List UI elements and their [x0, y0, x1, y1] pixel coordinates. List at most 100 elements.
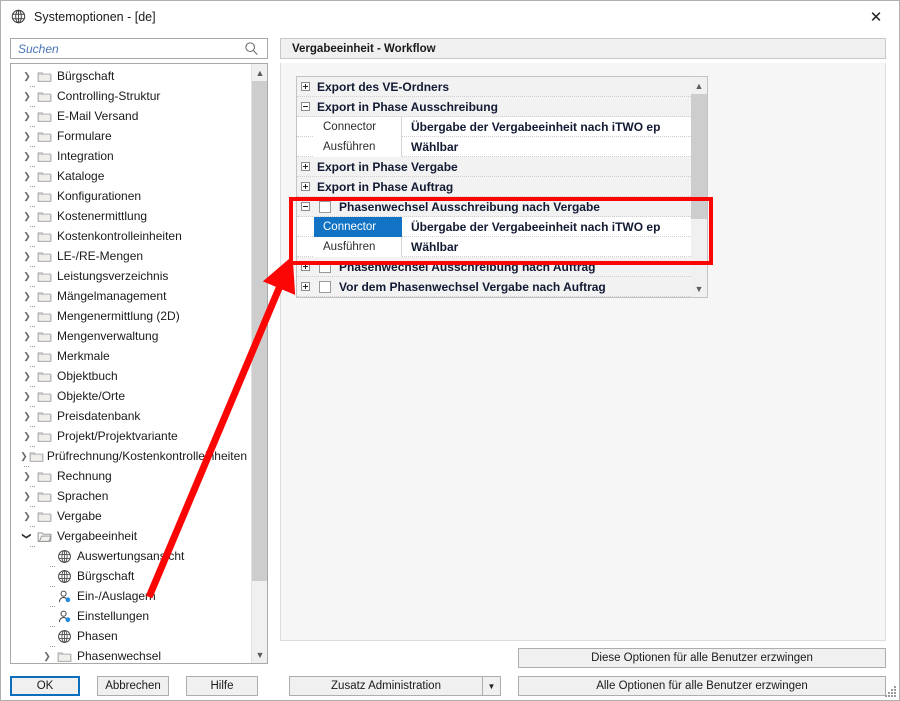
- chevron-down-icon[interactable]: ▼: [482, 677, 500, 695]
- workflow-property-grid[interactable]: Export des VE-OrdnersExport in Phase Aus…: [296, 76, 708, 298]
- tree-item-controlling-struktur[interactable]: ❯Controlling-Struktur: [11, 86, 251, 106]
- grid-group-row[interactable]: Export in Phase Vergabe: [297, 157, 693, 177]
- grid-scrollbar[interactable]: ▲ ▼: [691, 77, 707, 297]
- group-checkbox[interactable]: [314, 257, 336, 277]
- tree-item-auswertungsansicht[interactable]: Auswertungsansicht: [11, 546, 251, 566]
- expand-toggle-icon[interactable]: [297, 77, 314, 97]
- grid-property-value[interactable]: Wählbar: [402, 237, 693, 257]
- grid-group-row[interactable]: Vor dem Phasenwechsel Vergabe nach Auftr…: [297, 277, 693, 297]
- tree-item-kataloge[interactable]: ❯Kataloge: [11, 166, 251, 186]
- chevron-down-icon[interactable]: ❯: [17, 528, 37, 544]
- search-icon[interactable]: [241, 41, 261, 56]
- grid-property-value[interactable]: Wählbar: [402, 137, 693, 157]
- chevron-right-icon[interactable]: ❯: [19, 286, 35, 306]
- grid-property-name[interactable]: Connector: [314, 117, 402, 137]
- grid-scroll-thumb[interactable]: [691, 94, 707, 219]
- options-tree-panel[interactable]: ❯Bürgschaft❯Controlling-Struktur❯E-Mail …: [10, 63, 268, 664]
- tree-item-b-rgschaft[interactable]: Bürgschaft: [11, 566, 251, 586]
- chevron-right-icon[interactable]: ❯: [19, 146, 35, 166]
- grid-group-row[interactable]: Export in Phase Ausschreibung: [297, 97, 693, 117]
- ok-button[interactable]: OK: [10, 676, 80, 696]
- chevron-right-icon[interactable]: ❯: [39, 646, 55, 664]
- chevron-right-icon[interactable]: ❯: [19, 66, 35, 86]
- tree-item-objekte-orte[interactable]: ❯Objekte/Orte: [11, 386, 251, 406]
- tree-item-objektbuch[interactable]: ❯Objektbuch: [11, 366, 251, 386]
- tree-item-b-rgschaft[interactable]: ❯Bürgschaft: [11, 66, 251, 86]
- tree-scroll-thumb[interactable]: [252, 81, 268, 581]
- tree-item-phasen[interactable]: Phasen: [11, 626, 251, 646]
- resize-grip-icon[interactable]: [883, 684, 897, 698]
- grid-group-row[interactable]: Export in Phase Auftrag: [297, 177, 693, 197]
- tree-item-einstellungen[interactable]: Einstellungen: [11, 606, 251, 626]
- grid-property-row[interactable]: AusführenWählbar: [297, 137, 693, 157]
- grid-scroll-up-icon[interactable]: ▲: [691, 77, 707, 94]
- tree-item-ein-auslagern[interactable]: Ein-/Auslagern: [11, 586, 251, 606]
- tree-scroll-down-icon[interactable]: ▼: [252, 646, 268, 663]
- tree-item-vergabe[interactable]: ❯Vergabe: [11, 506, 251, 526]
- chevron-right-icon[interactable]: ❯: [19, 486, 35, 506]
- force-these-options-button[interactable]: Diese Optionen für alle Benutzer erzwing…: [518, 648, 886, 668]
- close-icon[interactable]: ✕: [853, 1, 899, 32]
- search-input[interactable]: [16, 41, 241, 57]
- chevron-right-icon[interactable]: ❯: [19, 246, 35, 266]
- chevron-right-icon[interactable]: ❯: [19, 426, 35, 446]
- force-all-options-button[interactable]: Alle Optionen für alle Benutzer erzwinge…: [518, 676, 886, 696]
- chevron-right-icon[interactable]: ❯: [19, 326, 35, 346]
- content-tab-header[interactable]: Vergabeeinheit - Workflow: [280, 38, 886, 59]
- chevron-right-icon[interactable]: ❯: [19, 166, 35, 186]
- collapse-toggle-icon[interactable]: [297, 197, 314, 217]
- grid-group-row[interactable]: Phasenwechsel Ausschreibung nach Vergabe: [297, 197, 693, 217]
- group-checkbox[interactable]: [314, 277, 336, 297]
- tree-item-preisdatenbank[interactable]: ❯Preisdatenbank: [11, 406, 251, 426]
- chevron-right-icon[interactable]: ❯: [19, 386, 35, 406]
- chevron-right-icon[interactable]: ❯: [19, 466, 35, 486]
- grid-property-row[interactable]: AusführenWählbar: [297, 237, 693, 257]
- tree-item-projekt-projektvariante[interactable]: ❯Projekt/Projektvariante: [11, 426, 251, 446]
- grid-group-row[interactable]: Phasenwechsel Ausschreibung nach Auftrag: [297, 257, 693, 277]
- tree-item-integration[interactable]: ❯Integration: [11, 146, 251, 166]
- chevron-right-icon[interactable]: ❯: [19, 446, 29, 466]
- collapse-toggle-icon[interactable]: [297, 97, 314, 117]
- tree-item-mengenermittlung-2d[interactable]: ❯Mengenermittlung (2D): [11, 306, 251, 326]
- tree-item-konfigurationen[interactable]: ❯Konfigurationen: [11, 186, 251, 206]
- grid-group-row[interactable]: Export des VE-Ordners: [297, 77, 693, 97]
- tree-item-leistungsverzeichnis[interactable]: ❯Leistungsverzeichnis: [11, 266, 251, 286]
- search-box[interactable]: [10, 38, 268, 59]
- chevron-right-icon[interactable]: ❯: [19, 346, 35, 366]
- tree-item-kostenermittlung[interactable]: ❯Kostenermittlung: [11, 206, 251, 226]
- chevron-right-icon[interactable]: ❯: [19, 366, 35, 386]
- chevron-right-icon[interactable]: ❯: [19, 306, 35, 326]
- chevron-right-icon[interactable]: ❯: [19, 266, 35, 286]
- options-tree[interactable]: ❯Bürgschaft❯Controlling-Struktur❯E-Mail …: [11, 66, 251, 663]
- expand-toggle-icon[interactable]: [297, 177, 314, 197]
- chevron-right-icon[interactable]: ❯: [19, 106, 35, 126]
- tree-item-le-re-mengen[interactable]: ❯LE-/RE-Mengen: [11, 246, 251, 266]
- chevron-right-icon[interactable]: ❯: [19, 226, 35, 246]
- zusatz-administration-dropdown[interactable]: Zusatz Administration ▼: [289, 676, 501, 696]
- grid-property-row[interactable]: ConnectorÜbergabe der Vergabeeinheit nac…: [297, 117, 693, 137]
- tree-item-kostenkontrolleinheiten[interactable]: ❯Kostenkontrolleinheiten: [11, 226, 251, 246]
- grid-property-name[interactable]: Ausführen: [314, 237, 402, 257]
- tree-item-formulare[interactable]: ❯Formulare: [11, 126, 251, 146]
- grid-property-row[interactable]: ConnectorÜbergabe der Vergabeeinheit nac…: [297, 217, 693, 237]
- grid-property-value[interactable]: Übergabe der Vergabeeinheit nach iTWO ep: [402, 117, 693, 137]
- chevron-right-icon[interactable]: ❯: [19, 126, 35, 146]
- cancel-button[interactable]: Abbrechen: [97, 676, 169, 696]
- tree-scrollbar[interactable]: ▲ ▼: [251, 64, 267, 663]
- chevron-right-icon[interactable]: ❯: [19, 506, 35, 526]
- tree-item-vergabeeinheit[interactable]: ❯Vergabeeinheit: [11, 526, 251, 546]
- grid-property-name[interactable]: Connector: [314, 217, 402, 237]
- chevron-right-icon[interactable]: ❯: [19, 186, 35, 206]
- tree-item-phasenwechsel[interactable]: ❯Phasenwechsel: [11, 646, 251, 664]
- expand-toggle-icon[interactable]: [297, 157, 314, 177]
- group-checkbox[interactable]: [314, 197, 336, 217]
- tree-item-m-ngelmanagement[interactable]: ❯Mängelmanagement: [11, 286, 251, 306]
- tree-item-merkmale[interactable]: ❯Merkmale: [11, 346, 251, 366]
- tree-item-mengenverwaltung[interactable]: ❯Mengenverwaltung: [11, 326, 251, 346]
- grid-scroll-down-icon[interactable]: ▼: [691, 280, 707, 297]
- grid-property-name[interactable]: Ausführen: [314, 137, 402, 157]
- tree-item-pr-frechnung-kostenkontrolleinheiten[interactable]: ❯Prüfrechnung/Kostenkontrolleinheiten: [11, 446, 251, 466]
- tree-item-e-mail-versand[interactable]: ❯E-Mail Versand: [11, 106, 251, 126]
- tree-item-sprachen[interactable]: ❯Sprachen: [11, 486, 251, 506]
- chevron-right-icon[interactable]: ❯: [19, 86, 35, 106]
